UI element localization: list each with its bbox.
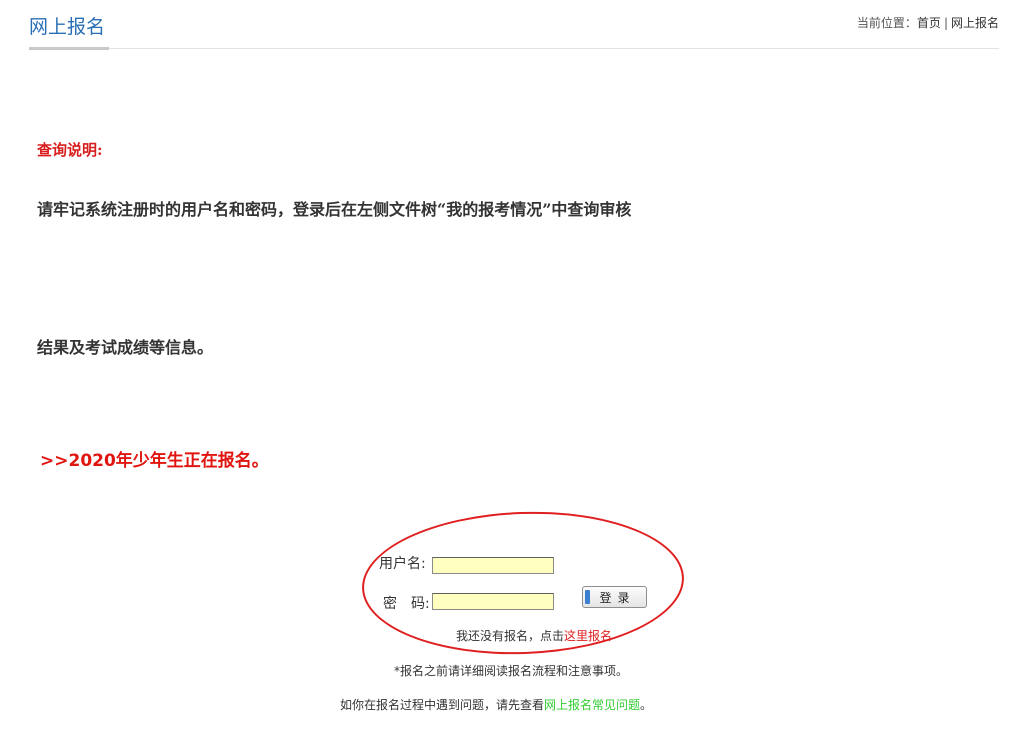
login-button[interactable]: 登录 xyxy=(582,586,647,608)
breadcrumb-home-link[interactable]: 首页 xyxy=(917,16,941,30)
title-underline xyxy=(29,47,109,50)
faq-suffix: 。 xyxy=(640,698,653,712)
breadcrumb-current-link[interactable]: 网上报名 xyxy=(951,16,999,30)
notice-emphasis: 请牢记系统注册时的用户名和密码， xyxy=(37,200,294,219)
password-input[interactable] xyxy=(432,593,554,610)
enrollment-open-notice: >>2020年少年生正在报名。 xyxy=(40,451,269,471)
register-prefix: 我还没有报名，点击 xyxy=(456,629,565,643)
username-label: 用户名: xyxy=(379,556,426,572)
breadcrumb-prefix: 当前位置： xyxy=(856,16,917,30)
faq-link[interactable]: 网上报名常见问题 xyxy=(544,698,640,712)
read-instructions-tip: *报名之前请详细阅读报名流程和注意事项。 xyxy=(394,664,629,678)
login-button-label: 登录 xyxy=(599,590,636,605)
button-accent-icon xyxy=(585,590,590,604)
breadcrumb-separator: | xyxy=(943,16,948,30)
register-hint: 我还没有报名，点击这里报名 xyxy=(456,627,612,644)
faq-tip: 如你在报名过程中遇到问题，请先查看网上报名常见问题。 xyxy=(340,696,652,713)
page-header: 网上报名 当前位置：首页 | 网上报名 xyxy=(29,0,999,50)
password-label: 密 码: xyxy=(383,596,430,612)
username-input[interactable] xyxy=(432,557,554,574)
breadcrumb: 当前位置：首页 | 网上报名 xyxy=(857,14,999,31)
register-link[interactable]: 这里报名 xyxy=(564,629,612,643)
page-title: 网上报名 xyxy=(29,16,106,38)
query-notice-title: 查询说明: xyxy=(37,141,103,159)
query-notice-line2: 结果及考试成绩等信息。 xyxy=(37,338,214,357)
notice-text: 登录后在左侧文件树“我的报考情况”中查询审核 xyxy=(293,200,632,219)
query-notice-line1: 请牢记系统注册时的用户名和密码，登录后在左侧文件树“我的报考情况”中查询审核 xyxy=(37,196,631,220)
faq-prefix: 如你在报名过程中遇到问题，请先查看 xyxy=(340,698,545,712)
